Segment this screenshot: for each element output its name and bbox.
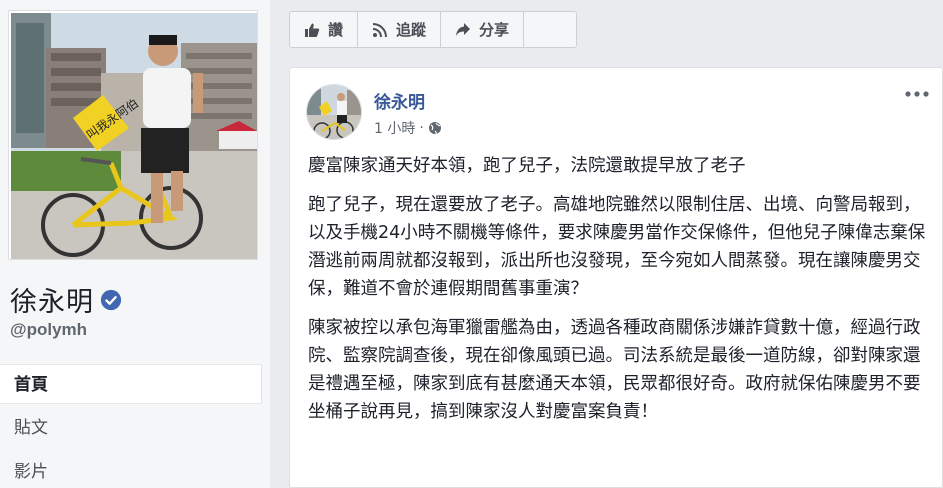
more-actions-button[interactable] — [524, 12, 576, 47]
post-paragraph: 陳家被控以承包海軍獵雷艦為由，透過各種政商關係涉嫌詐貸數十億，經過行政院、監察院… — [308, 318, 921, 422]
post-paragraph-headline: 慶富陳家通天好本領，跑了兒子，法院還敢提早放了老子 — [308, 156, 746, 176]
post-meta: 1 小時 · — [374, 118, 442, 138]
page-name[interactable]: 徐永明 — [10, 280, 94, 319]
post-author-avatar[interactable] — [306, 84, 362, 140]
page-handle[interactable]: @polymh — [10, 320, 87, 340]
share-button[interactable]: 分享 — [441, 12, 525, 47]
more-dots-icon[interactable] — [904, 86, 930, 102]
profile-photo-image: 叫我永阿伯 — [11, 13, 257, 259]
nav-item-home[interactable]: 首頁 — [0, 364, 262, 404]
verified-icon — [100, 289, 122, 310]
avatar-image — [307, 85, 361, 139]
follow-button[interactable]: 追蹤 — [358, 12, 442, 47]
page-nav: 首頁 貼文 影片 — [0, 364, 262, 488]
rss-icon — [372, 22, 388, 37]
profile-photo[interactable]: 叫我永阿伯 — [8, 10, 258, 260]
post-author-name[interactable]: 徐永明 — [374, 88, 425, 113]
post-body: 慶富陳家通天好本領，跑了兒子，法院還敢提早放了老子 跑了兒子，現在還要放了老子。… — [308, 152, 928, 437]
post-paragraph: 跑了兒子，現在還要放了老子。高雄地院雖然以限制住居、出境、向警局報到，以及手機2… — [308, 195, 926, 299]
nav-item-posts[interactable]: 貼文 — [0, 408, 262, 448]
like-button[interactable]: 讚 — [290, 12, 359, 47]
share-label: 分享 — [479, 21, 510, 39]
page-action-bar: 讚 追蹤 分享 — [289, 11, 578, 48]
nav-item-videos[interactable]: 影片 — [0, 452, 262, 488]
post-card: 徐永明 1 小時 · 慶富陳家通天好本領，跑了兒子，法院還敢提早放了老子 跑了兒… — [289, 67, 943, 488]
thumbs-up-icon — [305, 23, 320, 37]
globe-icon[interactable] — [428, 121, 442, 135]
follow-label: 追蹤 — [396, 21, 427, 39]
page-name-row: 徐永明 — [10, 280, 122, 319]
post-timestamp[interactable]: 1 小時 — [374, 118, 415, 138]
like-label: 讚 — [328, 21, 344, 39]
left-column: 叫我永阿伯 徐永明 @polymh 首頁 貼文 影片 — [0, 0, 270, 488]
share-arrow-icon — [456, 22, 471, 36]
